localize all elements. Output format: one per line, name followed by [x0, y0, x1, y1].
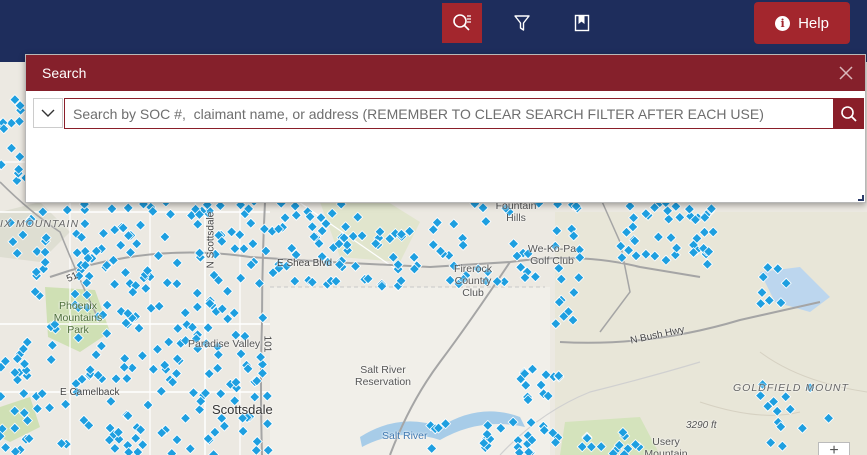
map-label-camelback-mountain: IX MOUNTAIN: [0, 218, 80, 230]
close-icon[interactable]: [839, 66, 853, 80]
search-panel: Search: [25, 54, 866, 203]
map-label-e-shea-blvd: E Shea Blvd: [277, 258, 333, 269]
search-submit-button[interactable]: [833, 98, 864, 129]
search-input[interactable]: [64, 98, 834, 129]
search-source-dropdown[interactable]: [33, 98, 63, 128]
bookmark-icon: [574, 14, 590, 32]
map-label-salt-river-reservation: Salt River Reservation: [354, 364, 412, 388]
map-label-n-scottsdale-rd: N Scottsdale: [205, 211, 217, 269]
filter-icon: [514, 15, 530, 31]
search-tool-button[interactable]: [442, 3, 482, 43]
map-label-route-101: 101: [261, 335, 273, 353]
search-icon: [840, 105, 857, 122]
chevron-down-icon: [41, 109, 55, 117]
resize-grip[interactable]: [858, 195, 864, 201]
help-button[interactable]: i Help: [754, 2, 850, 44]
search-panel-title: Search: [42, 65, 87, 81]
map-label-salt-river: Salt River: [382, 430, 428, 442]
map-label-phoenix-mountains-park: Phoenix Mountains Park: [53, 300, 103, 336]
map-label-scottsdale: Scottsdale: [212, 402, 273, 417]
info-icon: i: [775, 15, 791, 31]
search-list-icon: [453, 14, 471, 31]
bookmark-tool-button[interactable]: [562, 3, 602, 43]
map-label-paradise-valley: Paradise Valley: [188, 338, 261, 350]
search-panel-header: Search: [26, 55, 865, 91]
map-label-we-ko-pa-golf-club: We-Ko-Pa Golf Club: [527, 243, 577, 267]
map-label-usery-mountain: Usery Mountain: [644, 436, 688, 455]
search-row: [26, 91, 865, 131]
help-button-label: Help: [798, 14, 829, 32]
map-label-e-camelback: E Camelback: [60, 387, 120, 398]
map-label-elevation: 3290 ft: [686, 420, 717, 431]
map-label-firerock-country-club: Firerock Country Club: [454, 263, 492, 299]
map-label-fountain-hills: Fountain Hills: [495, 200, 537, 224]
zoom-in-button[interactable]: +: [818, 442, 850, 455]
filter-tool-button[interactable]: [502, 3, 542, 43]
map-label-goldfield-mountains: GOLDFIELD MOUNT: [733, 382, 849, 394]
top-toolbar: i Help: [0, 0, 867, 62]
